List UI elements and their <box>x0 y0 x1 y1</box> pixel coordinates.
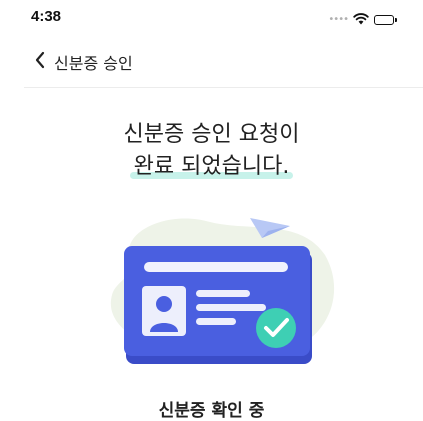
wifi-icon <box>353 10 369 29</box>
nav-bar: 신분증 승인 <box>0 46 423 86</box>
headline-line-1: 신분증 승인 요청이 <box>123 122 300 147</box>
headline: 신분증 승인 요청이 완료 되었습니다. <box>0 120 423 182</box>
page-title: 신분증 승인 <box>54 54 133 73</box>
id-card-verified-icon <box>100 200 340 370</box>
status-bar: 4:38 •••• <box>0 0 423 34</box>
battery-icon <box>374 14 397 25</box>
status-icons: •••• <box>328 10 397 29</box>
nav-divider <box>24 87 423 88</box>
chevron-left-icon <box>34 51 46 73</box>
signal-dots-icon: •••• <box>328 13 349 25</box>
back-button[interactable]: 신분증 승인 <box>34 50 133 74</box>
verification-status: 신분증 확인 중 <box>158 401 265 421</box>
status-time: 4:38 <box>31 8 62 25</box>
headline-line-2: 완료 되었습니다. <box>129 152 294 182</box>
